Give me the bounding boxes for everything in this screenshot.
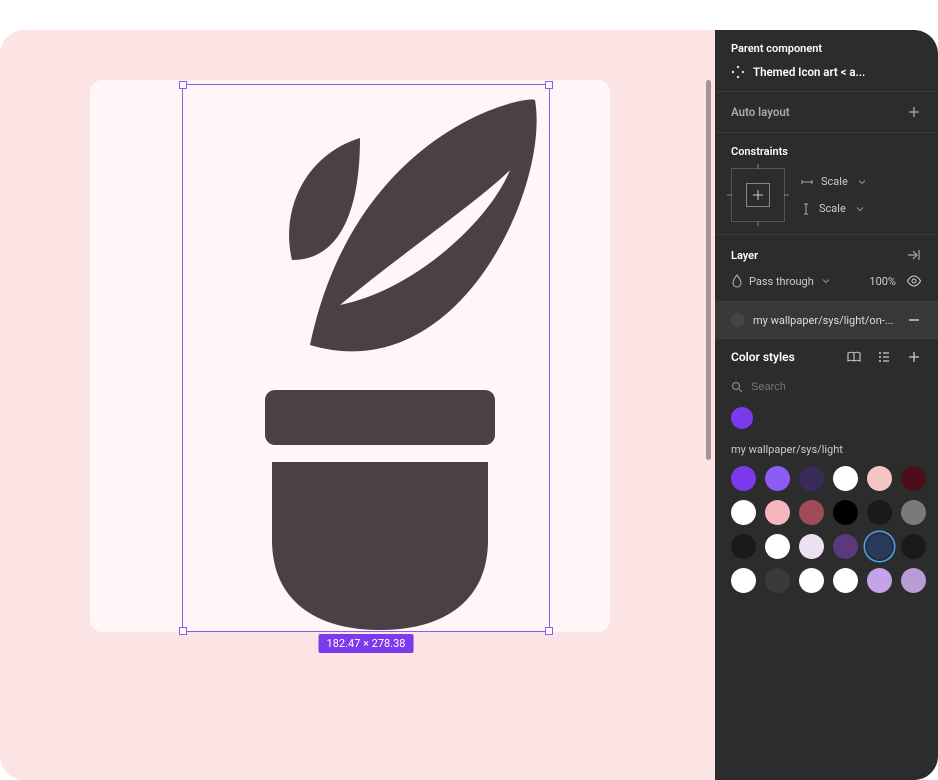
search-icon (731, 381, 743, 393)
library-icon[interactable] (846, 349, 862, 365)
color-swatch[interactable] (765, 466, 790, 491)
layer-header: Layer (731, 249, 758, 262)
add-style-button[interactable] (906, 349, 922, 365)
color-swatch[interactable] (731, 568, 756, 593)
component-name: Themed Icon art < a... (753, 65, 865, 79)
add-auto-layout-button[interactable] (906, 104, 922, 120)
fill-style-row[interactable]: my wallpaper/sys/light/on-... (715, 302, 938, 338)
horizontal-icon (801, 177, 813, 187)
selection-handle-tr[interactable] (545, 81, 553, 89)
color-swatch[interactable] (765, 500, 790, 525)
vertical-icon (801, 203, 811, 215)
component-icon (731, 65, 745, 79)
blend-mode-value: Pass through (749, 275, 814, 288)
inspector-sidebar: Parent component Themed Icon art < a... … (715, 30, 938, 780)
detach-style-button[interactable] (906, 312, 922, 328)
color-swatch[interactable] (799, 466, 824, 491)
layer-advanced-button[interactable] (906, 247, 922, 263)
chevron-down-icon (856, 205, 864, 213)
fill-style-name: my wallpaper/sys/light/on-... (753, 314, 894, 327)
color-swatch[interactable] (731, 466, 756, 491)
preview-swatch-row (715, 403, 938, 435)
preview-swatch[interactable] (731, 407, 753, 429)
swatches-grid (715, 462, 938, 609)
color-swatch[interactable] (867, 500, 892, 525)
canvas-scrollbar[interactable] (706, 80, 711, 460)
color-styles-header: Color styles (731, 350, 795, 364)
color-swatch[interactable] (867, 466, 892, 491)
color-swatch[interactable] (833, 466, 858, 491)
droplet-icon (731, 274, 743, 288)
chevron-down-icon (858, 178, 866, 186)
selection-handle-tl[interactable] (179, 81, 187, 89)
constraints-section: Constraints Scale Scale (715, 133, 938, 235)
color-search-row (715, 375, 938, 403)
selection-dimensions-badge: 182.47 × 278.38 (319, 634, 414, 653)
color-search-input[interactable] (751, 381, 922, 393)
auto-layout-label: Auto layout (731, 105, 790, 119)
color-swatch[interactable] (867, 534, 892, 559)
canvas-area[interactable]: 182.47 × 278.38 (0, 30, 715, 780)
component-link[interactable]: Themed Icon art < a... (731, 65, 922, 79)
vertical-constraint-value: Scale (819, 202, 846, 215)
constraints-grid[interactable] (731, 168, 785, 222)
color-swatch[interactable] (901, 568, 926, 593)
color-swatch[interactable] (765, 534, 790, 559)
vertical-constraint-dropdown[interactable]: Scale (801, 202, 866, 215)
app-root: 182.47 × 278.38 Parent component Themed … (0, 30, 938, 780)
horizontal-constraint-value: Scale (821, 175, 848, 188)
color-swatch[interactable] (833, 534, 858, 559)
swatch-group-label: my wallpaper/sys/light (715, 435, 938, 462)
parent-component-section: Parent component Themed Icon art < a... (715, 30, 938, 92)
color-swatch[interactable] (799, 534, 824, 559)
selection-box[interactable]: 182.47 × 278.38 (182, 84, 550, 632)
parent-component-header: Parent component (731, 42, 922, 55)
color-swatch[interactable] (731, 500, 756, 525)
blend-mode-dropdown[interactable]: Pass through (731, 274, 830, 288)
fill-swatch-icon (731, 313, 745, 327)
selection-handle-br[interactable] (545, 627, 553, 635)
color-swatch[interactable] (799, 500, 824, 525)
horizontal-constraint-dropdown[interactable]: Scale (801, 175, 866, 188)
color-swatch[interactable] (799, 568, 824, 593)
color-swatch[interactable] (901, 534, 926, 559)
color-swatch[interactable] (765, 568, 790, 593)
color-swatch[interactable] (901, 466, 926, 491)
layer-section: Layer Pass through 100% (715, 235, 938, 302)
chevron-down-icon (822, 277, 830, 285)
color-swatch[interactable] (833, 568, 858, 593)
color-swatch[interactable] (833, 500, 858, 525)
color-swatch[interactable] (867, 568, 892, 593)
visibility-toggle[interactable] (906, 273, 922, 289)
color-styles-panel: Color styles (715, 338, 938, 609)
list-view-icon[interactable] (876, 349, 892, 365)
eye-icon (906, 275, 922, 287)
color-swatch[interactable] (731, 534, 756, 559)
artboard[interactable]: 182.47 × 278.38 (90, 80, 610, 632)
color-swatch[interactable] (901, 500, 926, 525)
constraints-header: Constraints (731, 145, 922, 158)
opacity-value[interactable]: 100% (869, 275, 896, 288)
auto-layout-section: Auto layout (715, 92, 938, 133)
selection-handle-bl[interactable] (179, 627, 187, 635)
